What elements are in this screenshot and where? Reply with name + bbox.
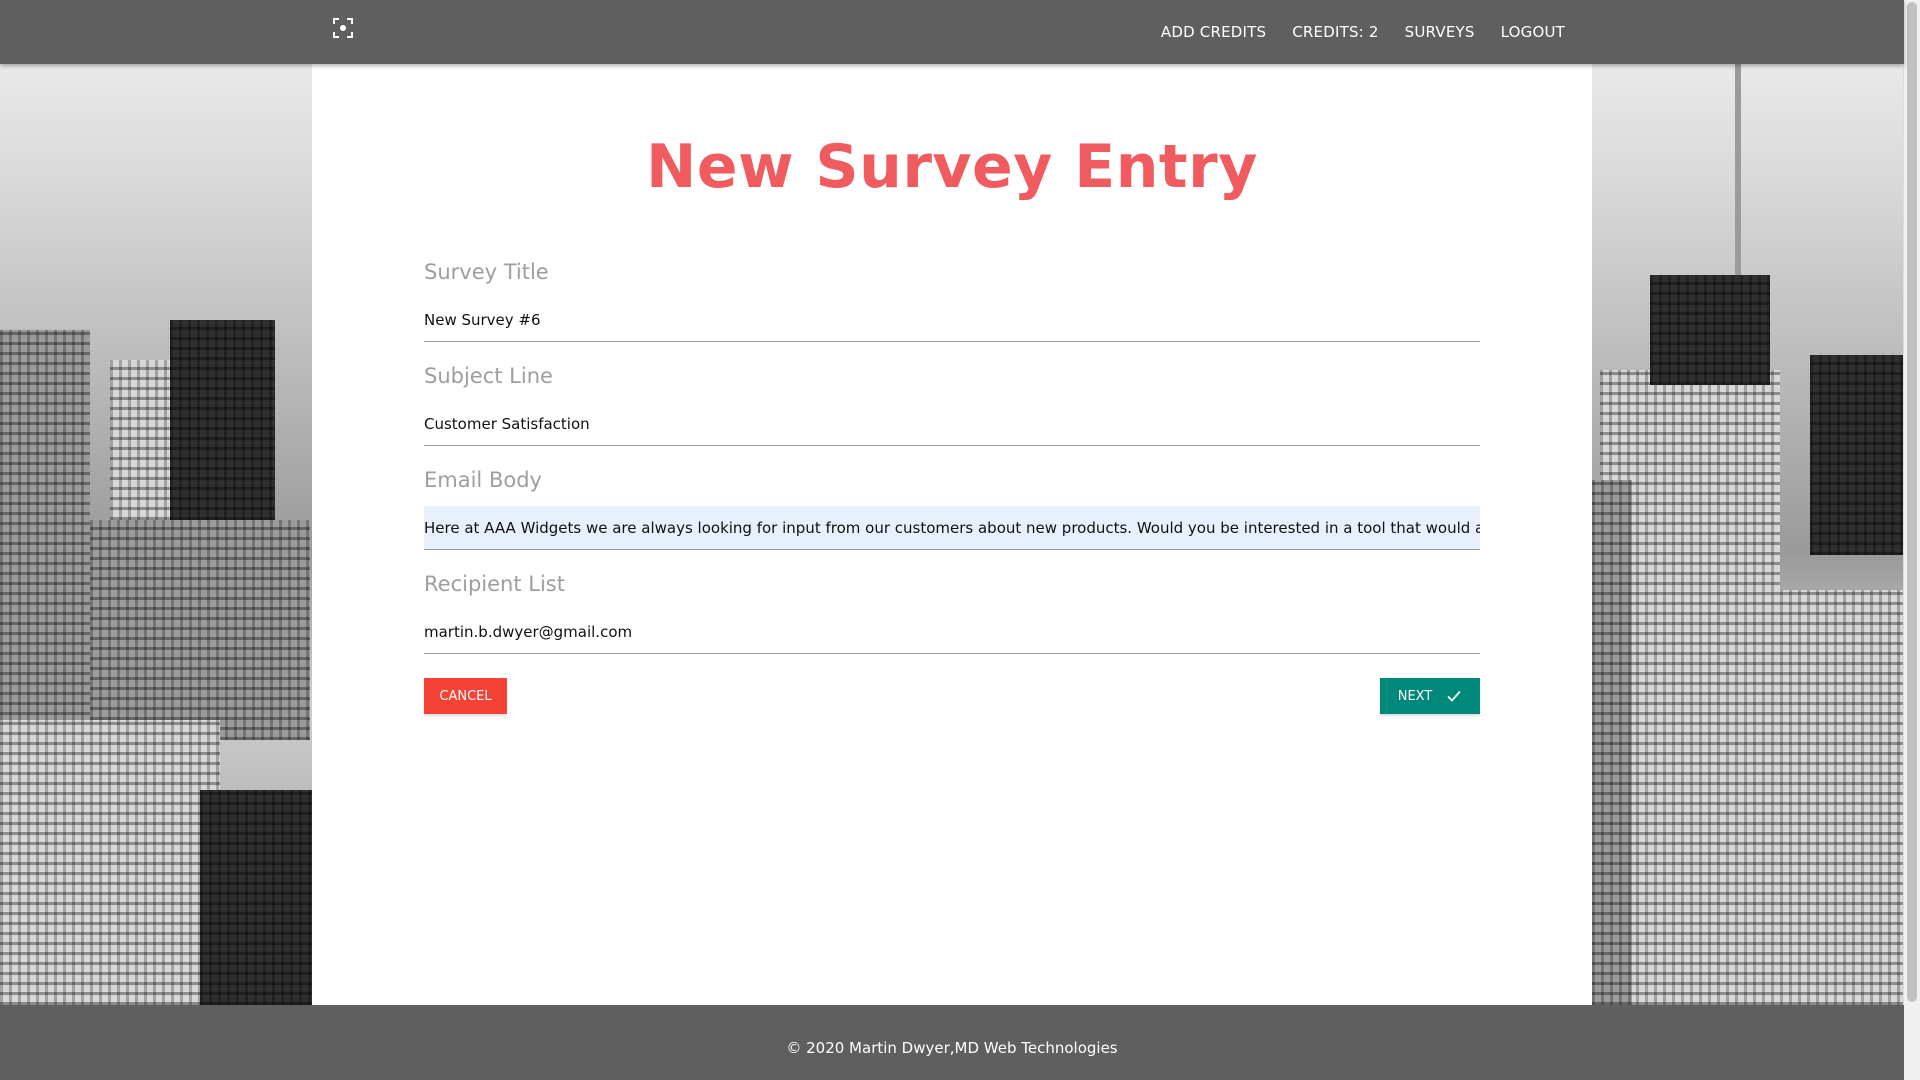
subject-line-label: Subject Line [424,364,553,388]
subject-line-input[interactable]: Customer Satisfaction [424,402,1480,446]
antenna [1735,60,1741,275]
footer-copyright: © 2020 Martin Dwyer,MD Web Technologies [786,1039,1118,1057]
check-icon [1447,690,1461,702]
survey-title-label: Survey Title [424,260,549,284]
next-button[interactable]: NEXT [1380,678,1480,714]
survey-title-field: Survey Title New Survey #6 [424,260,1480,364]
page-title: New Survey Entry [646,132,1258,202]
recipient-list-field: Recipient List martin.b.dwyer@gmail.com [424,572,1480,676]
scrollbar-thumb[interactable] [1907,2,1917,1002]
email-body-label: Email Body [424,468,542,492]
building [1810,355,1904,555]
form-actions: CANCEL NEXT [424,678,1480,714]
cancel-button-label: CANCEL [439,688,492,704]
subject-line-field: Subject Line Customer Satisfaction [424,364,1480,468]
building [200,790,312,1005]
next-button-label: NEXT [1397,688,1433,704]
building [1650,275,1770,385]
survey-form: Survey Title New Survey #6 Subject Line … [424,260,1480,676]
building [1780,590,1904,1005]
top-navbar: ADD CREDITS CREDITS: 2 SURVEYS LOGOUT [0,0,1904,64]
main-container: New Survey Entry Survey Title New Survey… [312,64,1592,1005]
nav-surveys[interactable]: SURVEYS [1392,0,1488,64]
nav-links: ADD CREDITS CREDITS: 2 SURVEYS LOGOUT [1148,0,1578,64]
nav-logout[interactable]: LOGOUT [1488,0,1578,64]
building [1592,480,1632,1005]
page-scrollbar[interactable] [1903,0,1920,1080]
nav-credits-count[interactable]: CREDITS: 2 [1279,0,1391,64]
email-body-field: Email Body Here at AAA Widgets we are al… [424,468,1480,572]
building [90,520,310,740]
recipient-list-label: Recipient List [424,572,565,596]
survey-title-input[interactable]: New Survey #6 [424,298,1480,342]
building [0,720,220,1005]
recipient-list-input[interactable]: martin.b.dwyer@gmail.com [424,610,1480,654]
email-body-input[interactable]: Here at AAA Widgets we are always lookin… [424,506,1480,550]
nav-add-credits[interactable]: ADD CREDITS [1148,0,1279,64]
page-footer: © 2020 Martin Dwyer,MD Web Technologies [0,1005,1904,1080]
cancel-button[interactable]: CANCEL [424,678,507,714]
focus-frame-icon[interactable] [333,18,353,38]
